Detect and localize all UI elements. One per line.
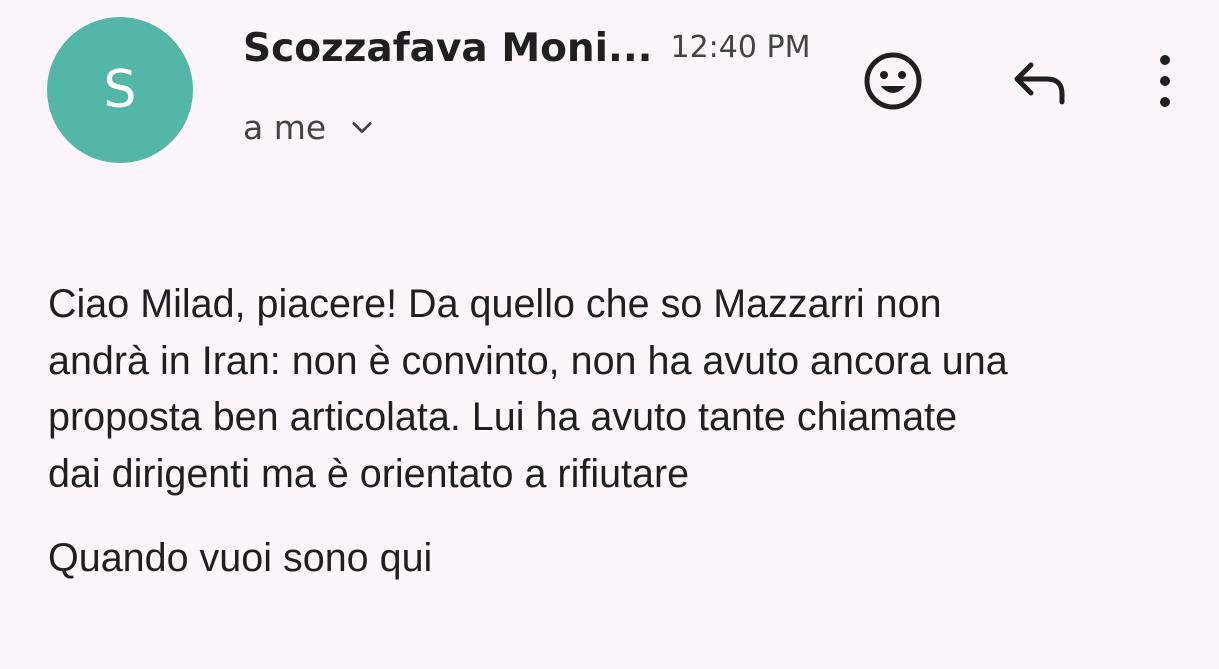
sender-name[interactable]: Scozzafava Moni... [243,26,653,71]
body-line: dai dirigenti ma è orientato a rifiutare [48,451,690,496]
message-time: 12:40 PM [670,29,811,65]
more-options-button[interactable] [1140,46,1190,116]
smiley-icon [864,52,922,110]
body-line: Ciao Milad, piacere! Da quello che so Ma… [48,282,942,326]
message-paragraph: Ciao Milad, piacere! Da quello che so Ma… [48,276,1198,502]
add-reaction-button[interactable] [858,46,928,116]
reply-icon [1014,62,1065,105]
sender-avatar[interactable]: S [47,17,193,163]
recipient-text: a me [243,107,327,147]
message-body: Ciao Milad, piacere! Da quello che so Ma… [48,276,1198,587]
recipient-details-toggle[interactable]: a me [243,104,376,150]
body-line: proposta ben articolata. Lui ha avuto ta… [48,395,958,439]
chevron-down-icon [352,122,372,134]
reply-button[interactable] [1004,46,1074,116]
sender-row: Scozzafava Moni... 12:40 PM [243,20,810,76]
body-line: andrà in Iran: non è convinto, non ha av… [48,338,1008,383]
avatar-initial: S [103,60,137,120]
message-paragraph: Quando vuoi sono qui [48,536,433,580]
more-vertical-icon [1160,55,1170,107]
